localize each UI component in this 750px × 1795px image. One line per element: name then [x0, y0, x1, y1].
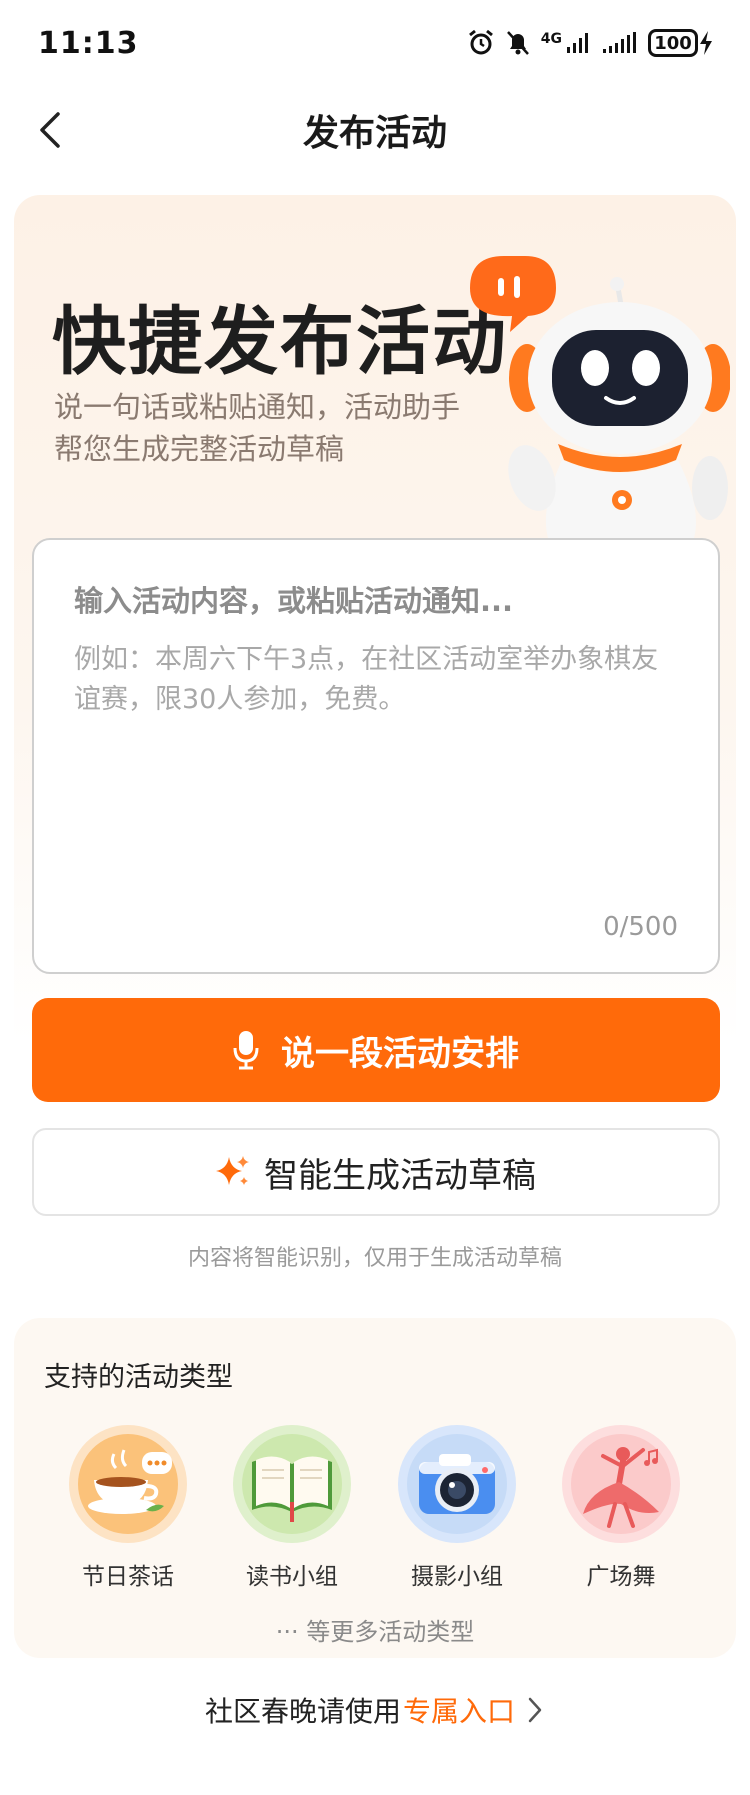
chevron-left-icon: [40, 112, 60, 148]
input-example: 例如：本周六下午3点，在社区活动室举办象棋友谊赛，限30人参加，免费。: [74, 644, 659, 715]
nav-bar: 发布活动: [0, 90, 750, 170]
status-time: 11:13: [38, 25, 139, 61]
microphone-icon: [233, 1031, 259, 1070]
chevron-right-icon: [528, 1697, 542, 1723]
voice-button-label: 说一段活动安排: [281, 1033, 519, 1074]
back-button[interactable]: [28, 108, 72, 152]
signal-2-icon: [603, 32, 636, 53]
dancer-icon: [562, 1425, 680, 1543]
footer-prefix: 社区春晚请使用: [204, 1695, 401, 1728]
more-activity-types: ··· 等更多活动类型: [275, 1618, 475, 1646]
activity-type-reading[interactable]: 读书小组: [222, 1425, 362, 1591]
privacy-hint: 内容将智能识别，仅用于生成活动草稿: [187, 1246, 562, 1271]
charging-bolt-icon: [700, 31, 712, 55]
hero-subtitle: 说一句话或粘贴通知，活动助手帮您生成完整活动草稿: [54, 390, 461, 466]
battery-level: 100: [648, 29, 698, 57]
activity-types-title: 支持的活动类型: [44, 1362, 233, 1393]
draft-button-label: 智能生成活动草稿: [264, 1155, 536, 1196]
activity-type-label: 广场舞: [586, 1564, 656, 1590]
generate-draft-button[interactable]: 智能生成活动草稿: [32, 1128, 720, 1216]
activity-input[interactable]: 输入活动内容，或粘贴活动通知... 例如：本周六下午3点，在社区活动室举办象棋友…: [32, 538, 720, 974]
footer-link-text: 专属入口: [403, 1695, 516, 1728]
activity-type-label: 读书小组: [246, 1564, 338, 1590]
activity-type-label: 摄影小组: [411, 1564, 503, 1590]
chat-bubble-icon: [470, 256, 556, 332]
robot-mascot-icon: [470, 256, 730, 538]
battery-indicator: 100: [648, 29, 714, 57]
activity-type-photography[interactable]: 摄影小组: [387, 1425, 527, 1591]
status-icons: 4G 100: [467, 29, 714, 57]
voice-input-button[interactable]: 说一段活动安排: [32, 998, 720, 1102]
hero-title: 快捷发布活动: [52, 299, 508, 385]
network-label: 4G: [540, 31, 562, 47]
character-counter: 0/500: [603, 912, 678, 942]
activity-type-label: 节日茶话: [82, 1564, 174, 1590]
activity-type-square-dance[interactable]: 广场舞: [551, 1425, 691, 1591]
alarm-icon: [468, 29, 493, 55]
open-book-icon: [233, 1425, 351, 1543]
camera-icon: [398, 1425, 516, 1543]
spring-gala-entry-link[interactable]: 社区春晚请使用 专属入口: [0, 1690, 750, 1730]
page-title: 发布活动: [302, 113, 447, 154]
tea-cup-icon: [69, 1425, 187, 1543]
sparkle-icon: [216, 1156, 249, 1185]
status-bar: 11:13 4G 100: [0, 0, 750, 86]
signal-icon: [567, 33, 588, 53]
input-placeholder: 输入活动内容，或粘贴活动通知...: [74, 584, 514, 618]
mute-bell-icon: [506, 31, 529, 55]
activity-type-tea[interactable]: 节日茶话: [58, 1425, 198, 1591]
